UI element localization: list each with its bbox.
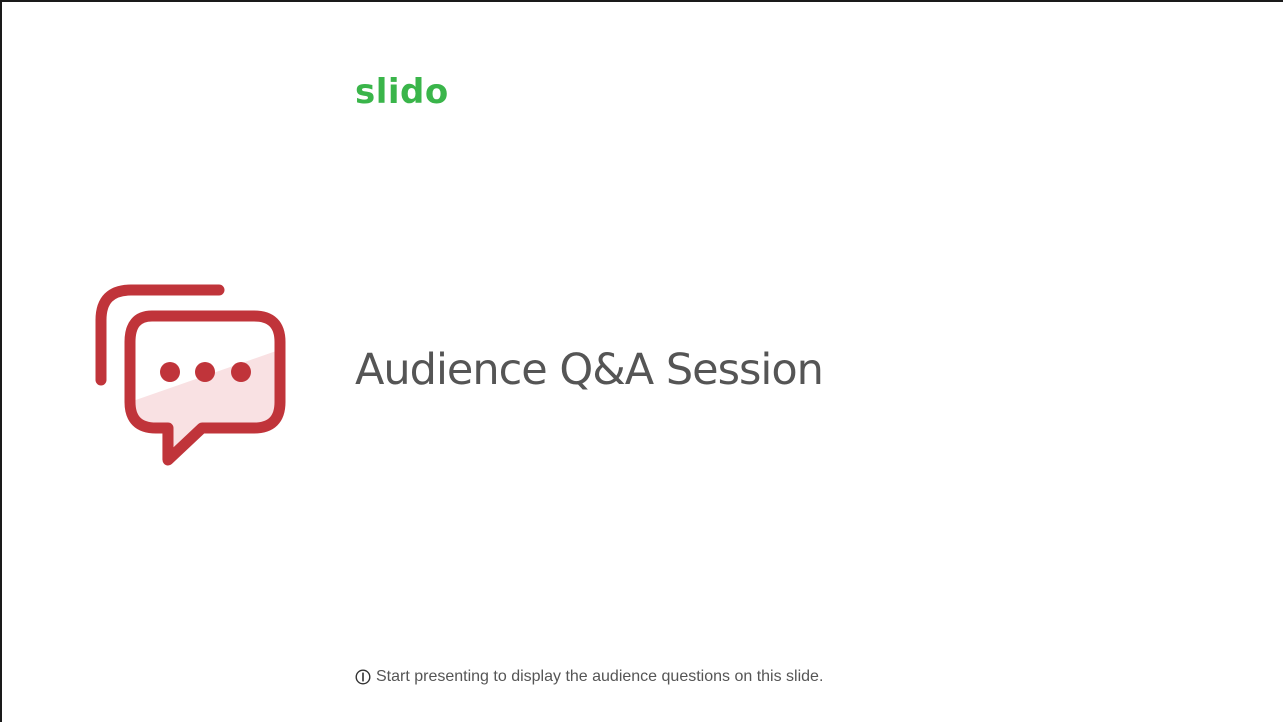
- info-icon: [355, 669, 371, 685]
- slide-title: Audience Q&A Session: [355, 345, 824, 395]
- presentation-slide: slido Audience Q&A Session Start present…: [0, 0, 1283, 722]
- hint-text: Start presenting to display the audience…: [376, 668, 824, 685]
- qa-chat-bubbles-icon: [95, 284, 286, 466]
- presenting-hint: Start presenting to display the audience…: [355, 665, 823, 689]
- slido-logo: slido: [355, 72, 449, 112]
